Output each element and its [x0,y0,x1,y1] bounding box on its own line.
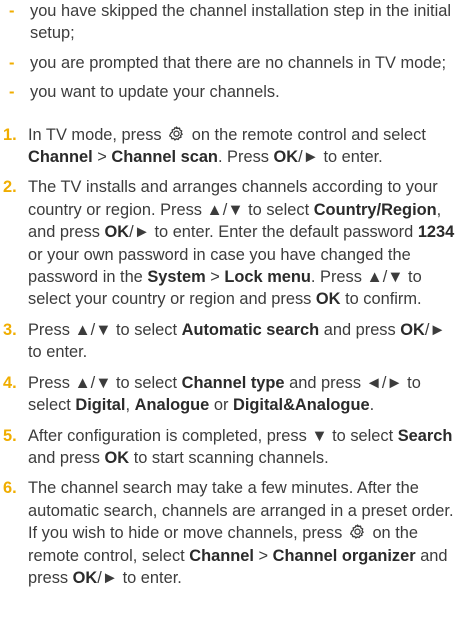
step-text: /► to enter. [298,148,383,167]
gear-icon [169,125,183,141]
step-3: 3. Press ▲/▼ to select Automatic search … [0,319,456,364]
step-text: After configuration is completed, press … [28,426,394,445]
step-2: 2. The TV installs and arranges channels… [0,176,456,310]
key-term: OK [104,223,130,242]
step-number: 5. [3,426,17,445]
condition-list: - you have skipped the channel installat… [0,0,456,104]
step-text: Press ▲/▼ to select [28,320,178,339]
list-item: - you want to update your channels. [0,81,456,103]
menu-term: Lock menu [224,268,311,287]
step-6: 6. The channel search may take a few min… [0,477,456,589]
step-text: and press [28,448,100,467]
menu-term: Channel scan [111,148,218,167]
step-1: 1. In TV mode, press on the remote contr… [0,124,456,169]
step-text: on the remote control and select [191,125,426,144]
step-text: to start scanning channels. [133,448,329,467]
option-term: Analogue [134,396,210,415]
key-term: OK [400,320,425,339]
gear-icon [349,524,364,539]
menu-term: Channel [189,546,254,565]
step-text: and press [323,320,396,339]
step-text: > [258,546,269,565]
step-5: 5. After configuration is completed, pre… [0,425,456,470]
step-text: or [213,396,229,415]
bullet-dash: - [9,53,15,72]
menu-term: Country/Region [313,200,437,219]
menu-term: Search [397,426,453,445]
bullet-text: you are prompted that there are no chann… [30,53,447,72]
step-text: . Press [217,148,269,167]
list-item: - you have skipped the channel installat… [0,0,456,45]
step-text: In TV mode, press [28,125,162,144]
step-text: Press ▲/▼ to select [28,373,178,392]
list-item: - you are prompted that there are no cha… [0,52,456,74]
menu-term: Channel organizer [272,546,416,565]
bullet-text: you have skipped the channel installatio… [30,2,451,43]
manual-page: - you have skipped the channel installat… [0,0,470,623]
menu-term: Channel type [181,373,285,392]
step-text: , [125,396,131,415]
bullet-dash: - [9,83,15,102]
step-text: /► to enter. [97,568,182,587]
menu-term: Channel [28,148,93,167]
password-term: 1234 [417,223,455,242]
step-number: 3. [3,320,17,339]
step-text: > [97,148,107,167]
menu-term: Automatic search [181,320,320,339]
option-term: Digital&Analogue [232,396,370,415]
step-text: . [369,396,375,415]
step-text: > [210,268,220,287]
step-text: /► to enter. Enter the default password [129,223,414,242]
key-term: OK [315,290,341,309]
option-term: Digital [75,396,126,415]
step-number: 2. [3,178,17,197]
step-number: 6. [3,479,17,498]
key-term: OK [273,148,299,167]
step-text: to confirm. [345,290,422,309]
bullet-dash: - [9,2,15,20]
key-term: OK [104,448,130,467]
step-number: 4. [3,373,17,392]
key-term: OK [72,568,98,587]
steps-list: 1. In TV mode, press on the remote contr… [0,124,456,590]
step-4: 4. Press ▲/▼ to select Channel type and … [0,372,456,417]
menu-term: System [147,268,206,287]
step-number: 1. [3,125,17,144]
bullet-text: you want to update your channels. [30,83,280,102]
